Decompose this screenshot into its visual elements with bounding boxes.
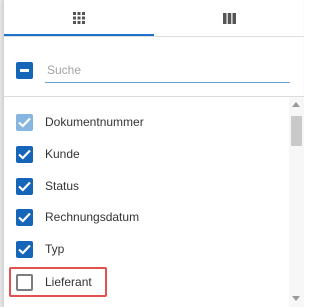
scroll-down-arrow-icon[interactable] [292, 296, 300, 301]
grid-icon [73, 12, 85, 24]
scroll-thumb[interactable] [291, 116, 302, 146]
list-item[interactable]: Kunde [4, 139, 289, 169]
list-item[interactable]: Typ [4, 234, 289, 264]
tab-filter[interactable] [4, 0, 154, 36]
column-list: Dokumentnummer Kunde Status Rechnungsdat… [4, 97, 289, 307]
checkmark-icon [18, 244, 31, 255]
checkbox-checked[interactable] [16, 178, 33, 195]
checkbox-checked[interactable] [16, 209, 33, 226]
scrollbar[interactable] [289, 97, 304, 307]
checkmark-icon [18, 117, 31, 128]
highlight-frame [9, 267, 107, 297]
checkmark-icon [18, 212, 31, 223]
checkbox-checked[interactable] [16, 241, 33, 258]
checkbox-checked[interactable] [16, 146, 33, 163]
checkmark-icon [18, 181, 31, 192]
item-label: Typ [45, 242, 65, 256]
select-all-checkbox[interactable] [16, 62, 33, 79]
list-item[interactable]: Status [4, 171, 289, 201]
checkmark-icon [18, 149, 31, 160]
columns-icon [222, 12, 236, 24]
list-item[interactable]: Dokumentnummer [4, 107, 289, 137]
item-label: Kunde [45, 147, 80, 161]
item-label: Rechnungsdatum [45, 210, 140, 224]
panel-tabs [4, 0, 304, 37]
column-chooser-panel: Dokumentnummer Kunde Status Rechnungsdat… [3, 0, 304, 307]
list-item[interactable]: Rechnungsdatum [4, 202, 289, 232]
search-input[interactable] [45, 57, 290, 83]
scroll-up-arrow-icon[interactable] [292, 102, 300, 107]
checkbox-checked-disabled[interactable] [16, 114, 33, 131]
search-row [4, 37, 304, 97]
tab-columns[interactable] [154, 0, 304, 36]
item-label: Status [45, 179, 80, 193]
item-label: Dokumentnummer [45, 115, 144, 129]
